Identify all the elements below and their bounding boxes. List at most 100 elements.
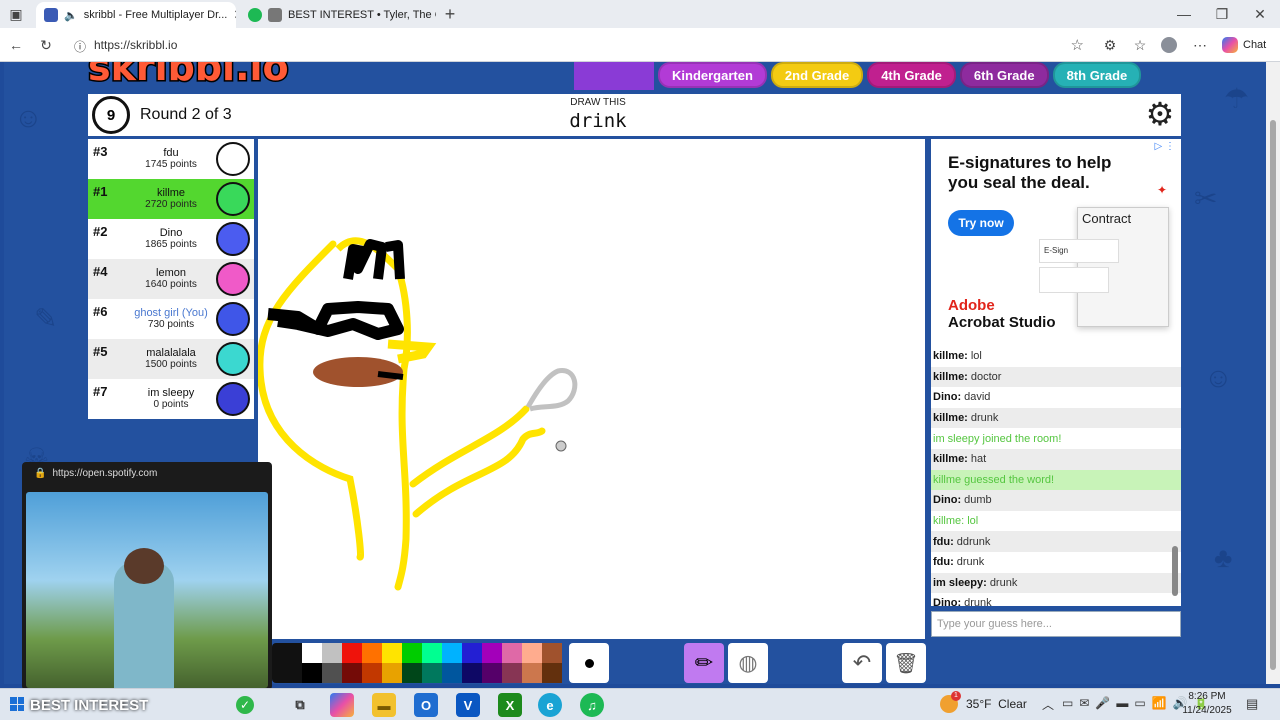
player-avatar <box>216 342 250 376</box>
color-swatch[interactable] <box>422 643 442 663</box>
ad-try-now-button[interactable]: Try now <box>948 210 1014 236</box>
favorite-star-icon[interactable]: ☆ <box>1071 36 1084 54</box>
drawing-canvas[interactable] <box>256 139 925 639</box>
player-row[interactable]: #5 malalalala 1500 points <box>88 339 254 379</box>
clock-time[interactable]: 8:26 PM <box>1178 691 1236 702</box>
picture-in-picture-player[interactable]: 🔒 https://open.spotify.com <box>22 462 272 690</box>
brush-size-button[interactable] <box>569 643 609 683</box>
chat-scrollbar[interactable] <box>1172 546 1178 596</box>
color-swatch[interactable] <box>402 643 422 663</box>
settings-gear-icon[interactable]: ⚙ <box>1143 98 1177 132</box>
ad-brand-adobe: Adobe <box>948 297 995 314</box>
grade-button-4th[interactable]: 4th Grade <box>867 62 956 88</box>
chevron-up-icon[interactable]: ︿ <box>1042 696 1054 713</box>
color-swatch[interactable] <box>502 663 522 683</box>
color-swatch[interactable] <box>502 643 522 663</box>
color-swatch[interactable] <box>302 643 322 663</box>
color-palette <box>302 643 562 683</box>
copilot-chat-button[interactable]: Chat <box>1222 37 1266 53</box>
tab-actions-icon[interactable]: ▣ <box>6 4 26 24</box>
notifications-icon[interactable]: ▤ <box>1246 696 1258 712</box>
player-rank: #5 <box>93 344 108 359</box>
color-swatch[interactable] <box>322 663 342 683</box>
chat-text: drunk <box>956 556 985 569</box>
guess-input[interactable]: Type your guess here... <box>931 611 1181 637</box>
close-window-icon[interactable]: ✕ <box>1250 4 1270 24</box>
minimize-icon[interactable]: — <box>1174 4 1194 24</box>
new-tab-icon[interactable]: + <box>440 4 460 24</box>
tab-skribbl[interactable]: 🔈 skribbl - Free Multiplayer Dr... ✕ <box>36 2 236 28</box>
player-name: killme <box>156 187 186 199</box>
site-info-icon[interactable]: ⓘ <box>74 38 86 55</box>
brush-size-dot-icon <box>584 658 594 668</box>
player-row[interactable]: #7 im sleepy 0 points <box>88 379 254 419</box>
outlook-icon[interactable]: O <box>414 693 438 717</box>
favorites-icon[interactable]: ☆ <box>1130 35 1150 55</box>
color-swatch[interactable] <box>462 643 482 663</box>
color-swatch[interactable] <box>522 643 542 663</box>
clock-date[interactable]: 11/24/2025 <box>1178 705 1236 716</box>
grade-buttons: Kindergarten 2nd Grade 4th Grade 6th Gra… <box>658 62 1142 90</box>
xbox-icon[interactable]: X <box>498 693 522 717</box>
pen-tool-button[interactable]: ✏ <box>684 643 724 683</box>
color-swatch[interactable] <box>442 643 462 663</box>
windows-start-icon[interactable] <box>10 697 24 711</box>
color-swatch[interactable] <box>362 643 382 663</box>
close-tab-icon[interactable]: ✕ <box>233 7 236 23</box>
advertisement[interactable]: E-signatures to help you seal the deal. … <box>931 139 1181 346</box>
back-icon[interactable]: ← <box>6 35 26 55</box>
grade-button-2nd[interactable]: 2nd Grade <box>770 62 864 88</box>
color-swatch[interactable] <box>382 663 402 683</box>
color-swatch[interactable] <box>542 663 562 683</box>
edge-icon[interactable]: e <box>538 693 562 717</box>
background-doodle: ✎ <box>34 303 58 334</box>
color-swatch[interactable] <box>482 643 502 663</box>
extensions-icon[interactable]: ⚙ <box>1100 35 1120 55</box>
player-row[interactable]: #1 killme 2720 points <box>88 179 254 219</box>
refresh-icon[interactable]: ↻ <box>36 35 56 55</box>
maximize-icon[interactable]: ❐ <box>1212 4 1232 24</box>
grade-button-kindergarten[interactable]: Kindergarten <box>658 62 767 88</box>
player-points: 0 points <box>153 399 189 410</box>
fill-tool-button[interactable]: ◍ <box>728 643 768 683</box>
undo-button[interactable]: ↶ <box>842 643 882 683</box>
player-points: 2720 points <box>145 199 197 210</box>
guess-placeholder: Type your guess here... <box>937 618 1052 630</box>
profile-avatar[interactable] <box>1161 37 1177 53</box>
grade-button-8th[interactable]: 8th Grade <box>1052 62 1142 88</box>
chat-text: im sleepy joined the room! <box>933 432 1062 445</box>
browser-tab-strip: ▣ 🔈 skribbl - Free Multiplayer Dr... ✕ B… <box>0 0 1280 28</box>
tab-best-interest[interactable]: BEST INTEREST • Tyler, The C ✕ <box>240 2 436 28</box>
color-swatch[interactable] <box>402 663 422 683</box>
clear-button[interactable]: 🗑 <box>886 643 926 683</box>
more-menu-icon[interactable]: ⋯ <box>1190 35 1210 55</box>
color-swatch[interactable] <box>482 663 502 683</box>
player-row[interactable]: #3 fdu 1745 points <box>88 139 254 179</box>
color-swatch[interactable] <box>322 643 342 663</box>
color-swatch[interactable] <box>462 663 482 683</box>
file-explorer-icon[interactable]: ▬ <box>372 693 396 717</box>
task-view-icon[interactable]: ⧉ <box>288 693 312 717</box>
spotify-taskbar-icon[interactable]: ♫ <box>580 693 604 717</box>
chat-log[interactable]: killme: lol killme: doctor Dino: david killme:… <box>931 346 1181 606</box>
weather-text[interactable]: 35°F Clear <box>966 697 1027 711</box>
color-swatch[interactable] <box>342 663 362 683</box>
copilot-taskbar-icon[interactable] <box>330 693 354 717</box>
color-swatch[interactable] <box>342 643 362 663</box>
color-swatch[interactable] <box>422 663 442 683</box>
player-row[interactable]: #4 lemon 1640 points <box>88 259 254 299</box>
color-swatch[interactable] <box>302 663 322 683</box>
page-scrollbar-track[interactable] <box>1266 62 1280 684</box>
color-swatch[interactable] <box>522 663 542 683</box>
grade-button-6th[interactable]: 6th Grade <box>959 62 1049 88</box>
ad-choices-icon[interactable]: ▷ ⋮ <box>1155 141 1175 152</box>
color-swatch[interactable] <box>442 663 462 683</box>
url-field[interactable]: ⓘ https://skribbl.io ☆ <box>66 33 1092 57</box>
color-swatch[interactable] <box>382 643 402 663</box>
visual-studio-icon[interactable]: V <box>456 693 480 717</box>
player-row[interactable]: #2 Dino 1865 points <box>88 219 254 259</box>
page-scrollbar-thumb[interactable] <box>1270 120 1276 670</box>
player-row[interactable]: #6 ghost girl (You) 730 points <box>88 299 254 339</box>
color-swatch[interactable] <box>542 643 562 663</box>
color-swatch[interactable] <box>362 663 382 683</box>
